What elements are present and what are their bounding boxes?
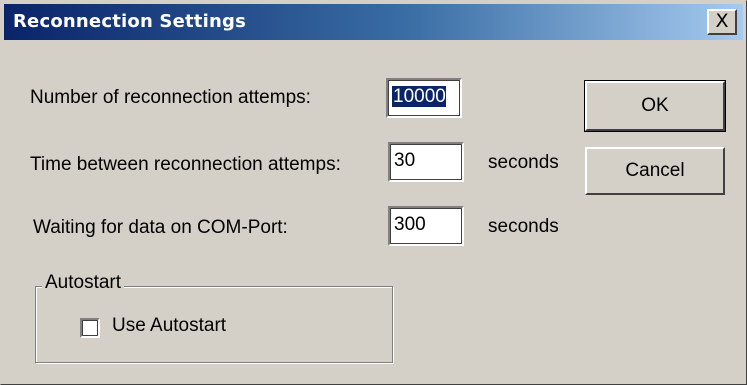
cancel-button[interactable]: Cancel (585, 147, 725, 195)
interval-input[interactable]: 30 (388, 142, 464, 182)
use-autostart-checkbox[interactable] (80, 318, 100, 338)
interval-value: 30 (394, 150, 416, 171)
use-autostart-label[interactable]: Use Autostart (112, 315, 226, 337)
close-icon: X (715, 10, 729, 32)
com-wait-unit: seconds (488, 216, 559, 237)
attempts-value: 10000 (392, 86, 446, 107)
com-wait-label: Waiting for data on COM-Port: (33, 217, 288, 238)
reconnection-settings-dialog: Reconnection Settings X Number of reconn… (0, 0, 747, 385)
com-wait-value: 300 (394, 214, 426, 235)
attempts-label: Number of reconnection attemps: (30, 87, 311, 108)
close-button[interactable]: X (707, 9, 737, 35)
interval-unit: seconds (488, 152, 559, 173)
com-wait-input[interactable]: 300 (388, 206, 464, 246)
attempts-input[interactable]: 10000 (386, 78, 462, 118)
interval-label: Time between reconnection attemps: (30, 154, 341, 175)
dialog-title: Reconnection Settings (13, 11, 246, 32)
ok-button[interactable]: OK (584, 80, 726, 132)
title-bar[interactable]: Reconnection Settings X (4, 4, 743, 40)
autostart-group-label: Autostart (42, 272, 125, 294)
